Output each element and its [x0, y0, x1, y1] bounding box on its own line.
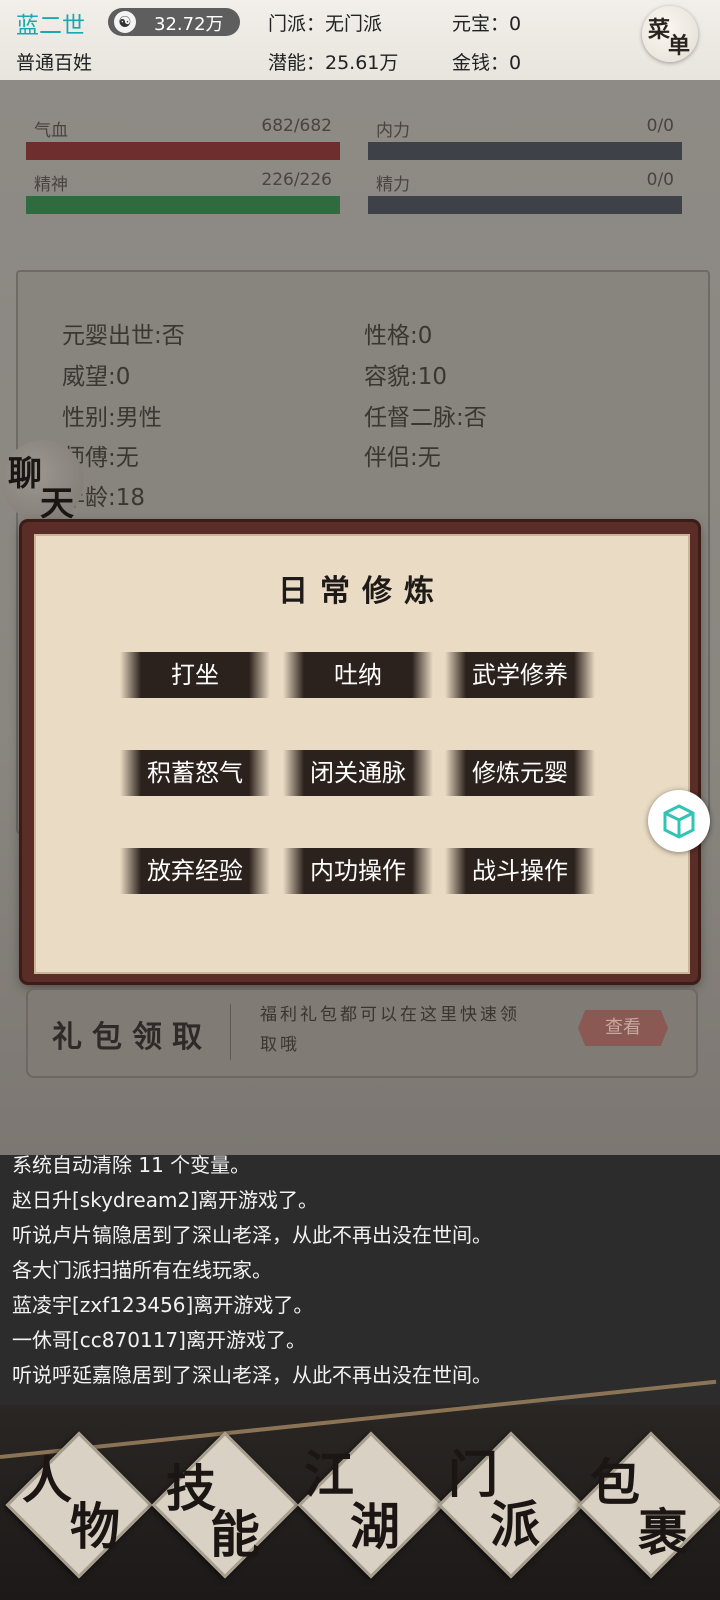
spirit-bar [26, 196, 340, 214]
nav-inventory[interactable]: 包 裹 [574, 1431, 720, 1579]
inner-force-value: 0/0 [646, 116, 674, 136]
hp-bar [26, 142, 340, 160]
coin-value: 32.72万 [154, 14, 224, 35]
chat-line: 听说卢片镐隐居到了深山老泽，从此不再出没在世间。 [12, 1223, 492, 1247]
gift-pack-banner: 礼包领取 福利礼包都可以在这里快速领 取哦 查看 [26, 988, 698, 1078]
info-meridians: 任督二脉:否 [364, 405, 487, 431]
player-name[interactable]: 蓝二世 [16, 6, 85, 40]
coin-pill: ☯ 32.72万 [108, 8, 240, 36]
gift-view-button[interactable]: 查看 [578, 1010, 668, 1046]
martial-cultivation-button[interactable]: 武学修养 [445, 652, 595, 698]
chat-char-2: 天 [40, 484, 74, 524]
menu-button[interactable]: 菜 单 [642, 6, 698, 62]
seclusion-meridian-button[interactable]: 闭关通脉 [283, 750, 433, 796]
cube-icon [663, 804, 695, 839]
nav-character[interactable]: 人 物 [2, 1431, 153, 1579]
cultivate-yuanying-button[interactable]: 修炼元婴 [445, 750, 595, 796]
gift-title: 礼包领取 [52, 1020, 212, 1055]
chat-line: 一休哥[cc870117]离开游戏了。 [12, 1328, 306, 1352]
menu-char-2: 单 [668, 33, 691, 59]
gift-divider [230, 1004, 231, 1060]
chat-char-1: 聊 [8, 454, 42, 494]
meditate-button[interactable]: 打坐 [120, 652, 270, 698]
nav-jianghu-char-1: 江 [304, 1445, 354, 1504]
info-gender: 性别:男性 [62, 405, 162, 431]
nav-sect-char-2: 派 [490, 1495, 540, 1554]
chat-button[interactable]: 聊 天 [2, 440, 84, 524]
inner-force-bar [368, 142, 682, 160]
info-appearance: 容貌:10 [364, 364, 448, 390]
inner-skill-ops-button[interactable]: 内功操作 [283, 848, 433, 894]
info-prestige: 威望:0 [62, 364, 131, 390]
info-partner: 伴侣:无 [364, 445, 441, 471]
chat-line: 蓝凌宇[zxf123456]离开游戏了。 [12, 1293, 314, 1317]
spirit-label: 精神 [34, 175, 68, 195]
bottom-nav: 人 物 技 能 江 湖 门 派 包 裹 [0, 1379, 720, 1600]
nav-inventory-char-1: 包 [590, 1453, 640, 1512]
nav-sect[interactable]: 门 派 [434, 1431, 585, 1579]
nav-skills[interactable]: 技 能 [148, 1431, 299, 1579]
chat-line: 听说呼延嘉隐居到了深山老泽，从此不再出没在世间。 [12, 1363, 492, 1387]
nav-character-char-1: 人 [22, 1451, 72, 1510]
spirit-value: 226/226 [261, 170, 332, 190]
dialog-title: 日常修炼 [278, 574, 446, 609]
menu-char-1: 菜 [648, 17, 671, 43]
gift-desc-line-1: 福利礼包都可以在这里快速领 [260, 1005, 520, 1025]
chat-log[interactable]: 系统自动清除 11 个变量。 赵日升[skydream2]离开游戏了。 听说卢片… [0, 1155, 720, 1405]
yin-yang-icon: ☯ [114, 11, 136, 33]
hp-label: 气血 [34, 121, 68, 141]
gift-description: 福利礼包都可以在这里快速领 取哦 [260, 1000, 550, 1060]
money-label: 金钱：0 [452, 52, 522, 74]
info-personality: 性格:0 [364, 323, 433, 349]
yuanbao-label: 元宝：0 [452, 13, 522, 35]
sect-label: 门派：无门派 [268, 13, 383, 35]
energy-value: 0/0 [646, 170, 674, 190]
accumulate-rage-button[interactable]: 积蓄怒气 [120, 750, 270, 796]
potential-label: 潜能：25.61万 [268, 52, 399, 74]
nav-jianghu-char-2: 湖 [350, 1497, 400, 1556]
top-header: 蓝二世 普通百姓 ☯ 32.72万 门派：无门派 潜能：25.61万 元宝：0 … [0, 0, 720, 80]
nav-skills-char-2: 能 [210, 1505, 260, 1564]
chat-line: 赵日升[skydream2]离开游戏了。 [12, 1188, 318, 1212]
nav-inventory-char-2: 裹 [638, 1503, 688, 1562]
hp-value: 682/682 [261, 116, 332, 136]
daily-training-dialog: 日常修炼 打坐 吐纳 武学修养 积蓄怒气 闭关通脉 修炼元婴 放弃经验 内功操作… [22, 522, 698, 982]
nav-character-char-2: 物 [70, 1497, 120, 1556]
gift-desc-line-2: 取哦 [260, 1035, 300, 1055]
nav-jianghu[interactable]: 江 湖 [294, 1431, 445, 1579]
abandon-exp-button[interactable]: 放弃经验 [120, 848, 270, 894]
energy-label: 精力 [376, 175, 410, 195]
combat-ops-button[interactable]: 战斗操作 [445, 848, 595, 894]
floating-button[interactable] [648, 790, 710, 852]
inner-force-label: 内力 [376, 121, 410, 141]
player-rank: 普通百姓 [16, 52, 93, 74]
chat-line: 各大门派扫描所有在线玩家。 [12, 1258, 272, 1282]
spirit-bar-fill [26, 196, 340, 214]
energy-bar [368, 196, 682, 214]
chat-line: 系统自动清除 11 个变量。 [12, 1155, 251, 1177]
info-yuanying: 元婴出世:否 [62, 323, 185, 349]
dialog-body: 日常修炼 打坐 吐纳 武学修养 积蓄怒气 闭关通脉 修炼元婴 放弃经验 内功操作… [34, 534, 690, 974]
nav-skills-char-1: 技 [166, 1459, 216, 1518]
hp-bar-fill [26, 142, 340, 160]
breathing-button[interactable]: 吐纳 [283, 652, 433, 698]
